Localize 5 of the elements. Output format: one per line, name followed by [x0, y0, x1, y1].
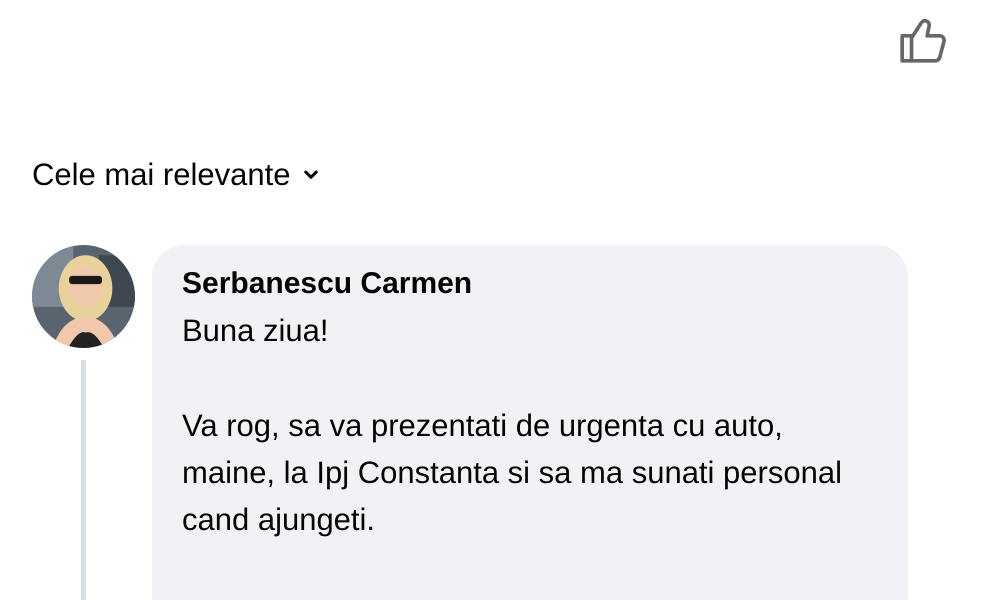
comment-text: Buna ziua! — [182, 312, 330, 350]
sort-dropdown[interactable]: Cele mai relevante — [32, 157, 318, 193]
chevron-icon — [304, 170, 318, 180]
comment-text: Va rog, sa va prezentati de urgenta cu auto, maine, la Ipj Constanta si sa ma sunati personal cand ajungeti. — [182, 407, 843, 539]
comment-author[interactable]: Serbanescu Carmen — [182, 267, 878, 301]
